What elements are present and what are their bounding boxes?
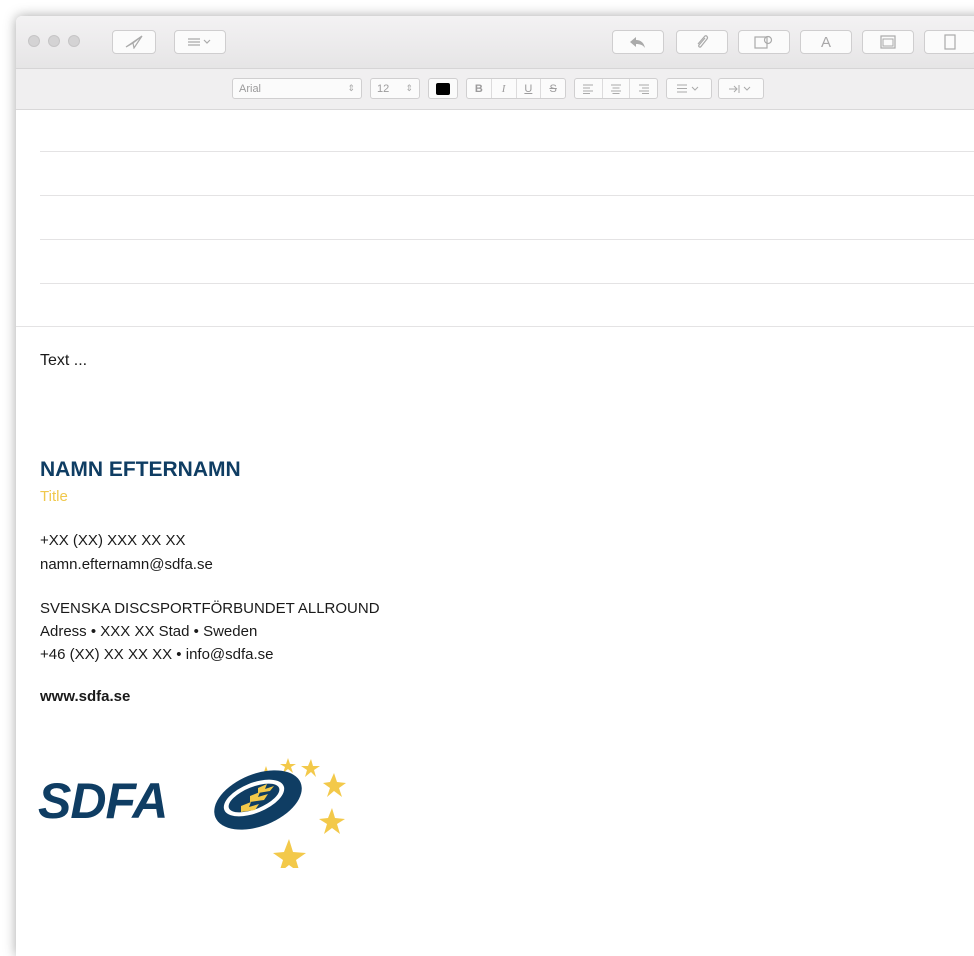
subject-field[interactable] — [40, 241, 974, 281]
sdfa-logo: SDFA — [38, 758, 346, 868]
signature-name: NAMN EFTERNAMN — [40, 458, 241, 481]
align-center-icon — [611, 84, 621, 94]
bcc-field[interactable] — [40, 197, 974, 237]
attach-button[interactable] — [676, 30, 728, 54]
list-chevron-icon — [188, 38, 211, 46]
text-style-group: B I U S — [466, 78, 566, 99]
cc-field[interactable] — [40, 153, 974, 193]
color-swatch — [436, 82, 450, 95]
align-right-icon — [638, 84, 649, 94]
font-size-value: 12 — [377, 82, 390, 95]
title-toolbar: A — [16, 16, 974, 69]
header-divider — [40, 283, 974, 284]
format-toggle-button[interactable]: A — [800, 30, 852, 54]
stepper-arrows-icon: ⇕ — [347, 83, 355, 93]
body-text: Text ... — [40, 352, 88, 369]
mail-compose-window: A Arial ⇕ 12 ⇕ B I U S Text ... NAMN EFT… — [16, 16, 974, 956]
reply-arrow-icon — [630, 37, 645, 48]
signature-website[interactable]: www.sdfa.se — [40, 688, 130, 705]
font-family-select[interactable]: Arial ⇕ — [232, 78, 362, 99]
signature-email[interactable]: namn.efternamn@sdfa.se — [40, 556, 213, 573]
sidebar-toggle-button[interactable] — [924, 30, 974, 54]
paper-plane-icon — [125, 35, 143, 49]
bold-button[interactable]: B — [467, 79, 492, 98]
list-style-button[interactable] — [666, 78, 712, 99]
markup-icon — [754, 35, 773, 49]
align-right-button[interactable] — [630, 79, 657, 98]
italic-button[interactable]: I — [492, 79, 517, 98]
align-center-button[interactable] — [603, 79, 631, 98]
header-divider — [40, 239, 974, 240]
strikethrough-button[interactable]: S — [541, 79, 565, 98]
signature-org-contact: +46 (XX) XX XX XX • info@sdfa.se — [40, 646, 274, 663]
reply-button[interactable] — [612, 30, 664, 54]
underline-button[interactable]: U — [517, 79, 542, 98]
markup-button[interactable] — [738, 30, 790, 54]
font-family-value: Arial — [239, 82, 262, 95]
from-field[interactable] — [40, 285, 974, 325]
align-left-icon — [583, 84, 594, 94]
signature-phone: +XX (XX) XXX XX XX — [40, 532, 186, 549]
minimize-window-button[interactable] — [48, 35, 60, 47]
signature-org: SVENSKA DISCSPORTFÖRBUNDET ALLROUND — [40, 600, 380, 617]
font-icon: A — [820, 33, 831, 51]
logo-text: SDFA — [38, 773, 167, 829]
photo-browser-icon — [880, 35, 896, 49]
close-window-button[interactable] — [28, 35, 40, 47]
font-size-select[interactable]: 12 ⇕ — [370, 78, 420, 99]
signature-address: Adress • XXX XX Stad • Sweden — [40, 623, 258, 640]
format-bar: Arial ⇕ 12 ⇕ B I U S — [16, 69, 974, 110]
to-field[interactable] — [40, 110, 974, 150]
stepper-arrows-icon: ⇕ — [405, 83, 413, 93]
alignment-group — [574, 78, 658, 99]
list-chevron-icon — [677, 84, 699, 92]
document-icon — [944, 34, 956, 50]
header-body-divider — [16, 326, 974, 327]
indent-button[interactable] — [718, 78, 764, 99]
paperclip-icon — [697, 35, 709, 48]
send-button[interactable] — [112, 30, 156, 54]
zoom-window-button[interactable] — [68, 35, 80, 47]
photo-browser-button[interactable] — [862, 30, 914, 54]
text-color-button[interactable] — [428, 78, 458, 99]
align-left-button[interactable] — [575, 79, 603, 98]
signature-title: Title — [40, 488, 68, 505]
header-divider — [40, 195, 974, 196]
header-fields-menu-button[interactable] — [174, 30, 226, 54]
indent-chevron-icon — [729, 84, 751, 93]
header-divider — [40, 151, 974, 152]
